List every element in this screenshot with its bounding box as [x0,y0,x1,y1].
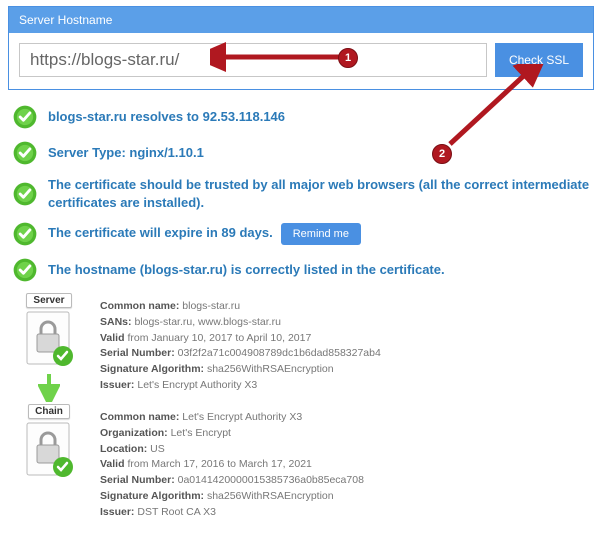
result-text: The certificate will expire in 89 days.R… [48,223,361,245]
hostname-input[interactable] [19,43,487,77]
panel-body: Check SSL [9,33,593,89]
result-row: The hostname (blogs-star.ru) is correctl… [12,257,590,283]
chain-arrow-icon [38,372,60,402]
result-text: blogs-star.ru resolves to 92.53.118.146 [48,108,285,126]
check-icon [12,104,38,130]
chain-cert-section: Chain Common name: Let's Encrypt Authori… [0,404,602,520]
server-cert-details: Common name: blogs-star.ru SANs: blogs-s… [100,293,381,402]
cert-icon-column: Server [12,293,86,402]
results-list: blogs-star.ru resolves to 92.53.118.146 … [0,90,602,283]
check-icon [12,221,38,247]
lock-cert-icon [21,419,77,481]
result-text: Server Type: nginx/1.10.1 [48,144,204,162]
result-text: The hostname (blogs-star.ru) is correctl… [48,261,445,279]
server-cert-section: Server Common name: blogs-star.ru SANs: … [0,293,602,402]
server-label: Server [26,293,71,308]
remind-me-button[interactable]: Remind me [281,223,361,245]
check-ssl-button[interactable]: Check SSL [495,43,583,77]
check-icon [12,257,38,283]
check-icon [12,140,38,166]
check-icon [12,181,38,207]
result-row: The certificate should be trusted by all… [12,176,590,211]
panel-title: Server Hostname [9,7,593,33]
cert-icon-column: Chain [12,404,86,520]
chain-label: Chain [28,404,70,419]
result-row: Server Type: nginx/1.10.1 [12,140,590,166]
result-row: blogs-star.ru resolves to 92.53.118.146 [12,104,590,130]
result-text: The certificate should be trusted by all… [48,176,590,211]
hostname-panel: Server Hostname Check SSL [8,6,594,90]
chain-cert-details: Common name: Let's Encrypt Authority X3 … [100,404,364,520]
result-row: The certificate will expire in 89 days.R… [12,221,590,247]
lock-cert-icon [21,308,77,370]
